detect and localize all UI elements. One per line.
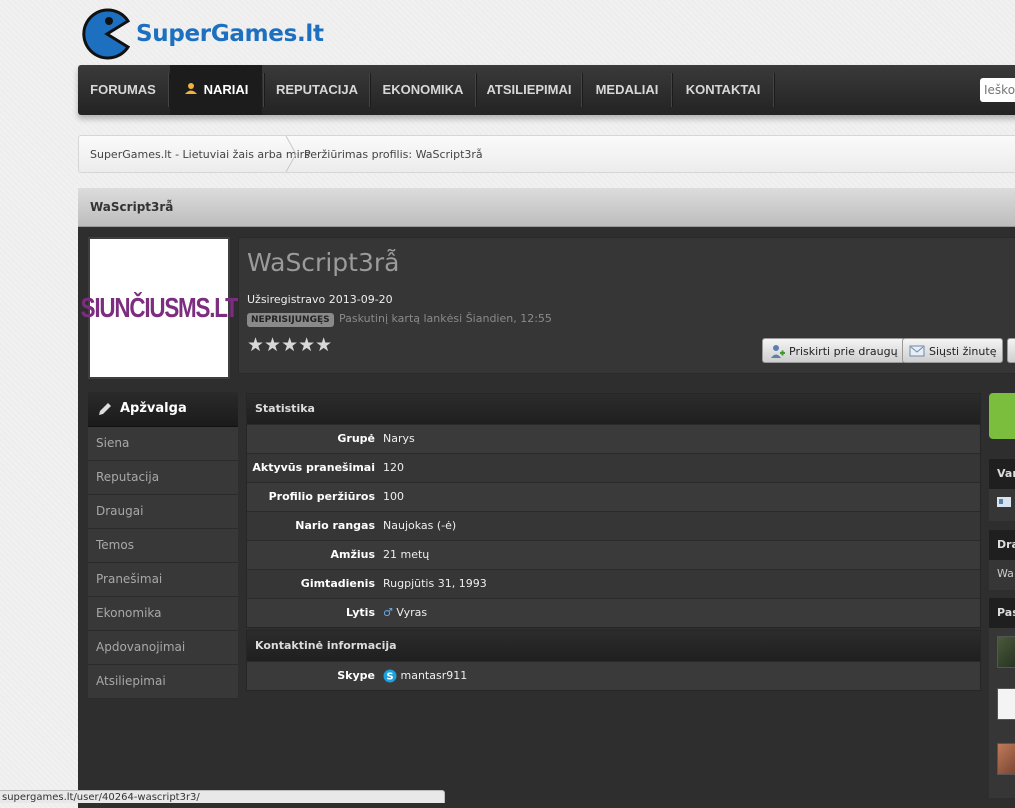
table-row: Grupė Narys [247, 424, 980, 453]
table-row: Lytis ♂ Vyras [247, 598, 980, 627]
site-logo[interactable]: SuperGames.lt [82, 6, 324, 62]
row-label: Skype [337, 669, 375, 682]
send-message-button[interactable]: Siųsti žinutę [902, 338, 1004, 363]
statistics-title: Statistika [247, 394, 980, 424]
registration-date: Užsiregistravo 2013-09-20 [247, 293, 393, 306]
sidebar-header[interactable]: Apžvalga [88, 392, 238, 427]
row-value: S mantasr911 [383, 662, 467, 690]
skype-icon: S [383, 669, 397, 683]
status-badge: NEPRISIJUNGĘS [247, 313, 334, 327]
statistics-table: Statistika Grupė Narys Aktyvūs pranešima… [246, 393, 981, 628]
sidebar-item-draugai[interactable]: Draugai [88, 495, 238, 529]
sidebar-item-atsiliepimai[interactable]: Atsiliepimai [88, 665, 238, 699]
more-options-button[interactable] [1007, 338, 1015, 363]
sidebar-item-ekonomika[interactable]: Ekonomika [88, 597, 238, 631]
contact-info-table: Kontaktinė informacija Skype S mantasr91… [246, 630, 981, 691]
table-row: Skype S mantasr911 [247, 661, 980, 690]
row-value: 120 [383, 461, 404, 474]
right-box-3-title: Pas [989, 598, 1015, 628]
card-icon [997, 497, 1011, 507]
male-icon: ♂ [383, 606, 393, 619]
right-box-1-body [989, 489, 1015, 510]
add-user-icon [771, 345, 785, 358]
green-action-button[interactable] [989, 393, 1015, 439]
nav-kontaktai[interactable]: KONTAKTAI [673, 65, 773, 115]
profile-panel: WaScript3rẫ SIUNČIUSMS.LT WaScript3rẫ Už… [78, 188, 1015, 808]
breadcrumb-current: Peržiūrimas profilis: WaScript3rẫ [304, 148, 483, 161]
nav-reputacija[interactable]: REPUTACIJA [265, 65, 369, 115]
nav-separator [773, 73, 775, 107]
avatar-logo-text: SIUNČIUSMS.LT [80, 292, 239, 323]
row-label: Profilio peržiūros [268, 490, 375, 503]
table-row: Aktyvūs pranešimai 120 [247, 453, 980, 482]
browser-status-url: supergames.lt/user/40264-wascript3r3/ [0, 790, 445, 803]
main-navbar: FORUMAS NARIAI REPUTACIJA EKONOMIKA ATSI… [78, 65, 1015, 115]
table-row: Amžius 21 metų [247, 540, 980, 569]
row-value: ♂ Vyras [383, 606, 428, 619]
visitor-avatar[interactable] [997, 688, 1015, 720]
profile-header-title: WaScript3rẫ [78, 188, 1015, 227]
sidebar-item-apdovanojimai[interactable]: Apdovanojimai [88, 631, 238, 665]
right-box-3: Pas [989, 598, 1015, 798]
table-row: Gimtadienis Rugpjūtis 31, 1993 [247, 569, 980, 598]
row-label: Aktyvūs pranešimai [252, 461, 375, 474]
nav-ekonomika[interactable]: EKONOMIKA [371, 65, 475, 115]
row-label: Nario rangas [295, 519, 375, 532]
message-icon [909, 345, 925, 357]
right-box-1: Var [989, 459, 1015, 521]
row-value: Rugpjūtis 31, 1993 [383, 577, 487, 590]
visitor-avatar[interactable] [997, 636, 1015, 668]
search-input[interactable] [980, 78, 1015, 102]
pacman-icon [82, 8, 131, 60]
user-icon [184, 66, 198, 116]
table-row: Profilio peržiūros 100 [247, 482, 980, 511]
nav-atsiliepimai[interactable]: ATSILIEPIMAI [477, 65, 581, 115]
row-label: Grupė [337, 432, 375, 445]
row-value: 100 [383, 490, 404, 503]
sidebar-item-reputacija[interactable]: Reputacija [88, 461, 238, 495]
profile-sidebar: Apžvalga Siena Reputacija Draugai Temos … [88, 392, 238, 699]
right-box-2: Dra Wa [989, 530, 1015, 590]
row-value: 21 metų [383, 548, 430, 561]
sidebar-item-siena[interactable]: Siena [88, 427, 238, 461]
breadcrumb-chevron-icon [285, 136, 297, 172]
table-row: Nario rangas Naujokas (-ė) [247, 511, 980, 540]
row-label: Lytis [345, 606, 375, 619]
row-value: Narys [383, 432, 415, 445]
breadcrumb: SuperGames.lt - Lietuviai žais arba mirs… [78, 135, 1015, 173]
right-box-2-title: Dra [989, 530, 1015, 560]
sidebar-item-temos[interactable]: Temos [88, 529, 238, 563]
pencil-icon [99, 403, 111, 415]
svg-text:S: S [386, 672, 393, 683]
last-visit: Paskutinį kartą lankėsi Šiandien, 12:55 [339, 312, 552, 325]
nav-forumas[interactable]: FORUMAS [78, 65, 168, 115]
avatar[interactable]: SIUNČIUSMS.LT [81, 237, 239, 379]
rating-stars[interactable]: ★★★★★ [247, 334, 332, 356]
nav-medaliai[interactable]: MEDALIAI [583, 65, 671, 115]
site-name: SuperGames.lt [136, 21, 324, 47]
contact-title: Kontaktinė informacija [247, 631, 980, 661]
profile-summary: WaScript3rẫ Užsiregistravo 2013-09-20 NE… [238, 237, 1015, 374]
breadcrumb-home[interactable]: SuperGames.lt - Lietuviai žais arba mirs [90, 136, 310, 174]
username: WaScript3rẫ [247, 248, 400, 277]
row-label: Amžius [330, 548, 375, 561]
visitor-avatar[interactable] [997, 743, 1015, 775]
right-box-2-body: Wa [997, 567, 1014, 580]
nav-nariai[interactable]: NARIAI [170, 65, 262, 115]
right-box-1-title: Var [989, 459, 1015, 489]
row-value: Naujokas (-ė) [383, 519, 457, 532]
row-label: Gimtadienis [300, 577, 375, 590]
sidebar-item-pranesimai[interactable]: Pranešimai [88, 563, 238, 597]
add-friend-button[interactable]: Priskirti prie draugų [762, 338, 905, 363]
